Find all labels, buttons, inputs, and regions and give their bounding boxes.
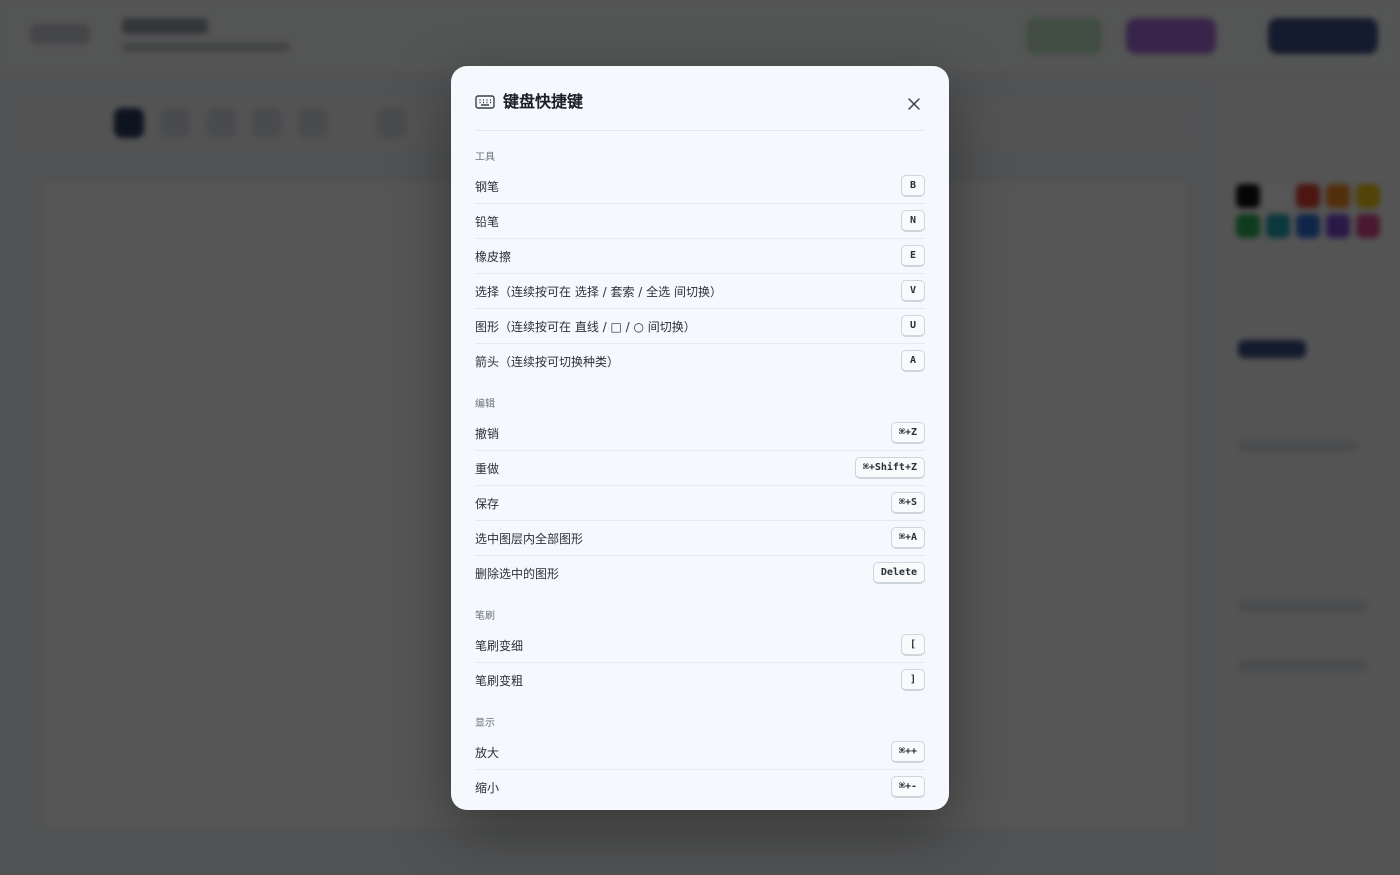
shortcut-row: 笔刷变细 [ bbox=[475, 628, 925, 663]
shortcut-label: 图形（连续按可在 直线 / □ / ○ 间切换） bbox=[475, 319, 696, 334]
shortcut-row: 删除选中的图形 Delete bbox=[475, 556, 925, 590]
shortcut-section: 编辑撤销 ⌘+Z 重做 ⌘+Shift+Z 保存 ⌘+S 选中图层内全部图形 ⌘+A 删除选中的… bbox=[475, 398, 925, 590]
shortcut-key: ⌘+Shift+Z bbox=[854, 457, 925, 479]
shortcut-row: 箭头（连续按可切换种类） A bbox=[475, 344, 925, 378]
shortcut-section: 工具 钢笔 B 铅笔 N 橡皮擦 E 选择（连续按可在 选择 / 套索 / 全选 间切换） V 图… bbox=[475, 151, 925, 378]
shortcut-label: 选择（连续按可在 选择 / 套索 / 全选 间切换） bbox=[475, 284, 722, 299]
shortcut-key: [ bbox=[901, 634, 925, 656]
shortcut-label: 放大 bbox=[475, 745, 500, 760]
shortcut-label: 钢笔 bbox=[475, 179, 500, 194]
keyboard-icon bbox=[475, 94, 495, 110]
shortcut-row: 钢笔 B bbox=[475, 169, 925, 204]
shortcut-key: ] bbox=[901, 669, 925, 691]
shortcuts-list: 工具 钢笔 B 铅笔 N 橡皮擦 E 选择（连续按可在 选择 / 套索 / 全选 间切换） V 图… bbox=[475, 130, 925, 810]
shortcut-key: ⌘+- bbox=[890, 776, 925, 798]
shortcut-key: ⌘++ bbox=[890, 741, 925, 763]
shortcut-key: N bbox=[901, 210, 925, 232]
section-title: 编辑 bbox=[475, 399, 495, 410]
shortcut-section: 笔刷笔刷变细 [ 笔刷变粗] bbox=[475, 610, 925, 697]
shortcut-key: E bbox=[901, 245, 925, 267]
shortcut-label: 笔刷变粗 bbox=[475, 673, 524, 688]
shortcut-section: 显示放大 ⌘++ 缩小 ⌘+- bbox=[475, 717, 925, 804]
shortcut-key: B bbox=[901, 175, 925, 197]
shortcut-key: V bbox=[901, 280, 925, 302]
shortcut-key: ⌘+S bbox=[890, 492, 925, 514]
shortcut-row: 选中图层内全部图形 ⌘+A bbox=[475, 521, 925, 556]
shortcut-row: 橡皮擦 E bbox=[475, 239, 925, 274]
shortcut-key: Delete bbox=[872, 562, 925, 584]
keyboard-shortcuts-dialog: 键盘快捷键 工具钢笔 B 铅笔 N 橡皮擦 E 选择（连续按可在 选择 / 套索 / 全选 … bbox=[451, 66, 949, 810]
shortcut-label: 笔刷变细 bbox=[475, 638, 524, 653]
shortcut-label: 铅笔 bbox=[475, 214, 500, 229]
shortcut-label: 箭头（连续按可切换种类） bbox=[475, 354, 620, 369]
shortcut-label: 删除选中的图形 bbox=[475, 566, 560, 581]
close-icon[interactable] bbox=[903, 93, 925, 115]
shortcut-label: 选中图层内全部图形 bbox=[475, 531, 584, 546]
shortcut-row: 图形（连续按可在 直线 / □ / ○ 间切换） U bbox=[475, 309, 925, 344]
shortcut-row: 选择（连续按可在 选择 / 套索 / 全选 间切换） V bbox=[475, 274, 925, 309]
shortcut-row: 笔刷变粗] bbox=[475, 663, 925, 697]
section-title: 显示 bbox=[475, 718, 495, 729]
shortcut-row: 撤销 ⌘+Z bbox=[475, 416, 925, 451]
shortcut-key: U bbox=[901, 315, 925, 337]
dialog-title: 键盘快捷键 bbox=[503, 92, 584, 111]
shortcut-row: 放大 ⌘++ bbox=[475, 735, 925, 770]
dialog-header: 键盘快捷键 bbox=[475, 66, 925, 131]
shortcut-label: 保存 bbox=[475, 496, 500, 511]
section-title: 工具 bbox=[475, 152, 495, 163]
shortcut-label: 撤销 bbox=[475, 426, 500, 441]
shortcut-key: A bbox=[901, 350, 925, 372]
shortcut-row: 保存 ⌘+S bbox=[475, 486, 925, 521]
shortcut-key: ⌘+A bbox=[890, 527, 925, 549]
shortcut-row: 重做 ⌘+Shift+Z bbox=[475, 451, 925, 486]
shortcut-label: 重做 bbox=[475, 461, 500, 476]
section-title: 笔刷 bbox=[475, 611, 495, 622]
shortcut-key: ⌘+Z bbox=[890, 422, 925, 444]
shortcut-row: 缩小 ⌘+- bbox=[475, 770, 925, 804]
shortcut-row: 铅笔 N bbox=[475, 204, 925, 239]
shortcut-label: 橡皮擦 bbox=[475, 249, 512, 264]
shortcut-label: 缩小 bbox=[475, 780, 500, 795]
